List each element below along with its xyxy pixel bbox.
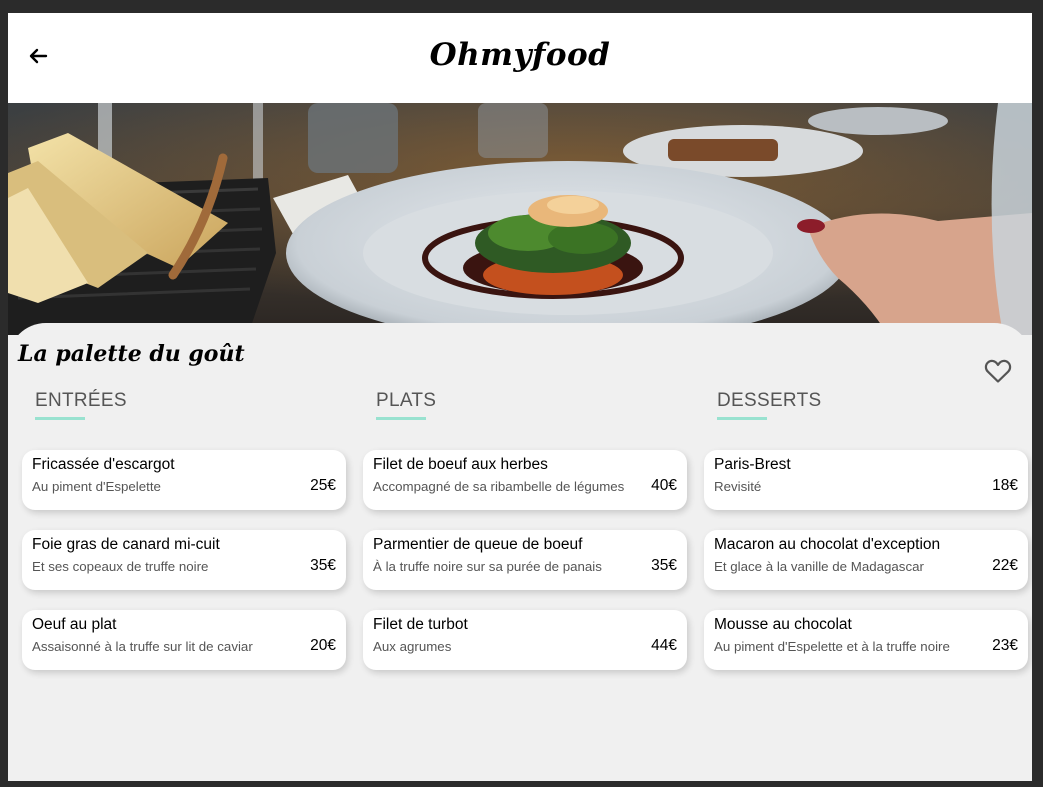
restaurant-hero-image — [8, 103, 1032, 335]
dish-card[interactable]: Parmentier de queue de boeuf À la truffe… — [363, 530, 687, 590]
dish-card[interactable]: Filet de turbot Aux agrumes 44€ — [363, 610, 687, 670]
dish-description: Accompagné de sa ribambelle de légumes — [373, 479, 625, 494]
dish-price: 23€ — [992, 637, 1018, 654]
dish-description: Assaisonné à la truffe sur lit de caviar — [32, 639, 253, 654]
dish-description: Aux agrumes — [373, 639, 452, 654]
menu-section-entrees: ENTRÉES Fricassée d'escargot Au piment d… — [22, 390, 346, 670]
dish-card[interactable]: Fricassée d'escargot Au piment d'Espelet… — [22, 450, 346, 510]
dish-description: Au piment d'Espelette — [32, 479, 161, 494]
dish-price: 22€ — [992, 557, 1018, 574]
dish-description: Revisité — [714, 479, 762, 494]
dish-name: Filet de turbot — [373, 616, 468, 633]
menu-section-desserts: DESSERTS Paris-Brest Revisité 18€ Macaro… — [704, 390, 1028, 670]
heart-outline-icon — [984, 359, 1012, 383]
dish-price: 35€ — [310, 557, 336, 574]
section-title: DESSERTS — [717, 390, 822, 411]
dish-price: 20€ — [310, 637, 336, 654]
app-window: Ohmyfood La palette du goût ENTRÉES Fric… — [8, 13, 1032, 781]
dish-name: Macaron au chocolat d'exception — [714, 536, 941, 553]
section-title: ENTRÉES — [35, 390, 127, 411]
dish-card[interactable]: Oeuf au plat Assaisonné à la truffe sur … — [22, 610, 346, 670]
dish-price: 18€ — [992, 477, 1018, 494]
dish-card[interactable]: Mousse au chocolat Au piment d'Espelette… — [704, 610, 1028, 670]
section-underline — [376, 417, 426, 420]
dish-name: Parmentier de queue de boeuf — [373, 536, 583, 553]
dish-name: Filet de boeuf aux herbes — [373, 456, 548, 473]
like-button[interactable] — [984, 358, 1012, 384]
dish-price: 40€ — [651, 477, 677, 494]
dish-price: 25€ — [310, 477, 336, 494]
section-underline — [717, 417, 767, 420]
dish-description: Au piment d'Espelette et à la truffe noi… — [714, 639, 950, 654]
dish-name: Fricassée d'escargot — [32, 456, 175, 473]
section-title: PLATS — [376, 390, 437, 411]
menu-section-plats: PLATS Filet de boeuf aux herbes Accompag… — [363, 390, 687, 670]
dish-name: Mousse au chocolat — [714, 616, 852, 633]
menu-sheet: La palette du goût ENTRÉES Fricassée d'e… — [8, 323, 1032, 781]
section-underline — [35, 417, 85, 420]
brand-logo[interactable]: Ohmyfood — [8, 37, 1032, 73]
dish-description: Et glace à la vanille de Madagascar — [714, 559, 924, 574]
dish-card[interactable]: Macaron au chocolat d'exception Et glace… — [704, 530, 1028, 590]
dish-price: 35€ — [651, 557, 677, 574]
dish-card[interactable]: Filet de boeuf aux herbes Accompagné de … — [363, 450, 687, 510]
dish-name: Oeuf au plat — [32, 616, 117, 633]
app-header: Ohmyfood — [8, 13, 1032, 103]
dish-card[interactable]: Paris-Brest Revisité 18€ — [704, 450, 1028, 510]
dish-description: Et ses copeaux de truffe noire — [32, 559, 209, 574]
dish-card[interactable]: Foie gras de canard mi-cuit Et ses copea… — [22, 530, 346, 590]
dish-description: À la truffe noire sur sa purée de panais — [373, 559, 602, 574]
dish-price: 44€ — [651, 637, 677, 654]
restaurant-name: La palette du goût — [18, 341, 245, 367]
dish-name: Paris-Brest — [714, 456, 791, 473]
dish-name: Foie gras de canard mi-cuit — [32, 536, 220, 553]
